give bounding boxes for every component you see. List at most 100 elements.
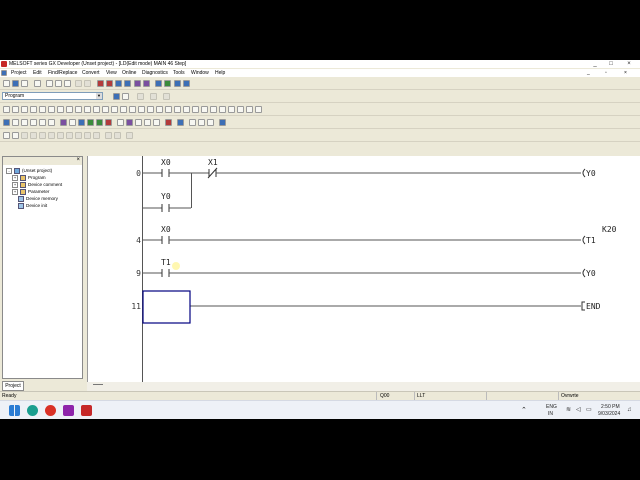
fn-key7-icon[interactable] <box>210 106 217 113</box>
format-icon[interactable] <box>207 119 214 126</box>
closed-branch-icon[interactable] <box>30 106 37 113</box>
simulator-icon[interactable] <box>174 80 181 87</box>
test-icon[interactable] <box>78 119 85 126</box>
chrome-icon[interactable] <box>45 405 56 416</box>
data-table-icon[interactable] <box>135 119 142 126</box>
mdi-restore-button[interactable]: ▫ <box>605 70 607 76</box>
verify-plc-icon[interactable] <box>115 80 122 87</box>
open-project-icon[interactable] <box>12 80 19 87</box>
ladder-mode-icon[interactable] <box>122 93 129 100</box>
clock-date[interactable]: 9/03/2024 <box>598 411 620 417</box>
help-icon[interactable] <box>183 80 190 87</box>
close-button[interactable]: × <box>621 60 637 68</box>
chevron-down-icon[interactable]: ▼ <box>96 93 102 99</box>
note-icon[interactable] <box>163 93 170 100</box>
sfc-block-icon[interactable] <box>105 132 112 139</box>
fn-key6-icon[interactable] <box>201 106 208 113</box>
menu-edit[interactable]: Edit <box>33 70 42 76</box>
fn-key12-icon[interactable] <box>255 106 262 113</box>
device-search-icon[interactable] <box>143 80 150 87</box>
sfc-transition-icon[interactable] <box>12 132 19 139</box>
coil-label[interactable]: Y0 <box>586 269 596 278</box>
closed-contact-icon[interactable] <box>21 106 28 113</box>
cut-icon[interactable] <box>46 80 53 87</box>
save-icon[interactable] <box>21 80 28 87</box>
write-plc-icon[interactable] <box>106 80 113 87</box>
tree-expander[interactable]: + <box>12 182 18 188</box>
sfc-branch-icon[interactable] <box>21 132 28 139</box>
fn-key11-icon[interactable] <box>246 106 253 113</box>
fn-key-icon[interactable] <box>156 106 163 113</box>
clock-time[interactable]: 2:50 PM <box>601 404 620 410</box>
program-select[interactable]: Program ▼ <box>2 92 103 100</box>
statement-icon[interactable] <box>150 93 157 100</box>
diagnostics-icon[interactable] <box>164 80 171 87</box>
buffer-icon[interactable] <box>69 119 76 126</box>
delete-vline-icon[interactable] <box>84 106 91 113</box>
fn-key4-icon[interactable] <box>183 106 190 113</box>
rising-branch-icon[interactable] <box>111 106 118 113</box>
tree-expander[interactable]: + <box>12 175 18 181</box>
menu-convert[interactable]: Convert <box>82 70 100 76</box>
sfc-end-icon[interactable] <box>48 132 55 139</box>
menu-find-replace[interactable]: Find/Replace <box>48 70 77 76</box>
keyword-icon[interactable] <box>198 119 205 126</box>
clock-icon[interactable] <box>189 119 196 126</box>
label-icon[interactable] <box>153 119 160 126</box>
menu-help[interactable]: Help <box>215 70 225 76</box>
draw-line-icon[interactable] <box>138 106 145 113</box>
minimize-button[interactable]: _ <box>587 60 603 68</box>
battery-icon[interactable]: ▭ <box>586 406 592 413</box>
coil-label[interactable]: T1 <box>586 236 596 245</box>
scroll-thumb[interactable] <box>93 384 103 385</box>
media-app-icon[interactable] <box>63 405 74 416</box>
monitor-icon[interactable] <box>124 80 131 87</box>
tree-item-device-comment[interactable]: + Device comment <box>12 182 62 188</box>
tree-item-program[interactable]: + Program <box>12 175 46 181</box>
open-branch-icon[interactable] <box>12 106 19 113</box>
find-icon[interactable] <box>134 80 141 87</box>
delete-hline-icon[interactable] <box>75 106 82 113</box>
new-project-icon[interactable] <box>3 80 10 87</box>
read-plc-icon[interactable] <box>97 80 104 87</box>
sfc-partial-icon[interactable] <box>75 132 82 139</box>
coil-icon[interactable] <box>39 106 46 113</box>
menu-project[interactable]: Project <box>11 70 27 76</box>
tree-expander[interactable]: + <box>12 189 18 195</box>
sfc-jump-icon[interactable] <box>39 132 46 139</box>
sfc-list-icon[interactable] <box>114 132 121 139</box>
vline-icon[interactable] <box>66 106 73 113</box>
print-icon[interactable] <box>34 80 41 87</box>
comment-icon[interactable] <box>137 93 144 100</box>
fn-key10-icon[interactable] <box>237 106 244 113</box>
tree-item-device-memory[interactable]: Device memory <box>18 196 58 202</box>
falling-pulse-icon[interactable] <box>102 106 109 113</box>
horizontal-scrollbar[interactable] <box>87 382 640 391</box>
falling-branch-icon[interactable] <box>120 106 127 113</box>
menu-window[interactable]: Window <box>191 70 209 76</box>
maximize-button[interactable]: □ <box>603 60 619 68</box>
list-mode-icon[interactable] <box>113 93 120 100</box>
coil-label[interactable]: Y0 <box>586 169 596 178</box>
start-monitor-icon[interactable] <box>87 119 94 126</box>
panel-close-icon[interactable]: × <box>76 157 80 163</box>
timing-chart-icon[interactable] <box>117 119 124 126</box>
stop-monitor-icon[interactable] <box>96 119 103 126</box>
invert-icon[interactable] <box>129 106 136 113</box>
step-icon[interactable] <box>12 119 19 126</box>
sfc-line-icon[interactable] <box>57 132 64 139</box>
mdi-close-button[interactable]: × <box>624 70 627 76</box>
edit-cursor[interactable] <box>142 290 191 324</box>
entry-icon[interactable] <box>48 119 55 126</box>
online-icon[interactable] <box>3 119 10 126</box>
instruction-icon[interactable] <box>48 106 55 113</box>
tree-expander[interactable]: - <box>6 168 12 174</box>
write-during-run-icon[interactable] <box>105 119 112 126</box>
language-indicator[interactable]: ENG <box>546 404 557 410</box>
notification-bell-icon[interactable]: ♫ <box>627 407 632 413</box>
fn-key3-icon[interactable] <box>174 106 181 113</box>
undo-icon[interactable] <box>75 80 82 87</box>
tree-item-parameter[interactable]: + Parameter <box>12 189 49 195</box>
hline-icon[interactable] <box>57 106 64 113</box>
menu-view[interactable]: View <box>106 70 117 76</box>
